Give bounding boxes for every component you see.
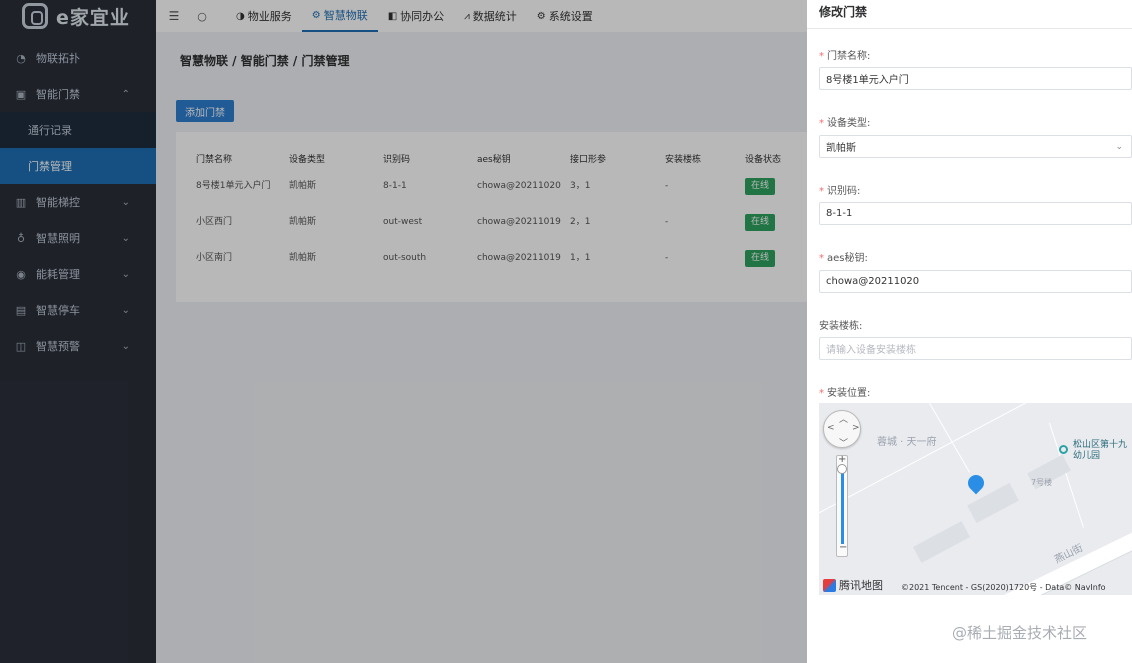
aes-label-text: aes秘钥:: [827, 253, 868, 264]
type-label-text: 设备类型:: [827, 118, 871, 129]
aes-input-value: chowa@20211020: [826, 276, 920, 287]
type-select[interactable]: 凯帕斯 ⌄: [819, 135, 1132, 158]
code-label-text: 识别码:: [827, 186, 861, 197]
name-label-text: 门禁名称:: [827, 51, 871, 62]
site-watermark: @稀土掘金技术社区: [952, 624, 1088, 642]
zoom-handle[interactable]: [837, 464, 847, 474]
zoom-out-icon[interactable]: −: [839, 542, 847, 553]
building-input-placeholder: 请输入设备安装楼栋: [826, 345, 916, 356]
location-map[interactable]: 蓉城 · 天一府 松山区第十九幼儿园 7号楼 燕山街 ︿ < > ﹀ + − 腾…: [819, 403, 1132, 595]
pan-left-icon[interactable]: <: [827, 423, 835, 433]
required-mark: *: [819, 51, 824, 62]
required-mark: *: [819, 186, 824, 197]
poi-icon: [1059, 445, 1068, 454]
required-mark: *: [819, 253, 824, 264]
pan-up-icon[interactable]: ︿: [839, 412, 848, 425]
pan-down-icon[interactable]: ﹀: [839, 436, 848, 449]
map-logo-text: 腾讯地图: [839, 579, 883, 592]
edit-access-drawer: 修改门禁 * 门禁名称: 8号楼1单元入户门 * 设备类型: 凯帕斯 ⌄ * 识别码: …: [807, 0, 1132, 663]
code-input[interactable]: 8-1-1: [819, 202, 1132, 225]
map-label-poi: 松山区第十九幼儿园: [1073, 440, 1128, 461]
map-zoom-control[interactable]: + −: [836, 454, 848, 557]
map-logo: 腾讯地图: [823, 577, 883, 593]
building-label-text: 安装楼栋:: [819, 321, 863, 332]
location-label: * 安装位置:: [819, 384, 870, 399]
map-building: [912, 521, 971, 563]
required-mark: *: [819, 388, 824, 399]
aes-label: * aes秘钥:: [819, 249, 868, 264]
type-label: * 设备类型:: [819, 114, 870, 129]
map-label-community: 蓉城 · 天一府: [877, 437, 937, 448]
name-label: * 门禁名称:: [819, 47, 870, 62]
map-pan-control[interactable]: ︿ < > ﹀: [823, 410, 861, 449]
location-label-text: 安装位置:: [827, 388, 871, 399]
divider: [807, 28, 1132, 29]
map-copyright: ©2021 Tencent - GS(2020)1720号 - Data© Na…: [901, 583, 1106, 592]
code-input-value: 8-1-1: [826, 208, 853, 219]
map-label-building: 7号楼: [1031, 478, 1053, 487]
aes-input[interactable]: chowa@20211020: [819, 270, 1132, 293]
drawer-title: 修改门禁: [819, 5, 868, 19]
chevron-down-icon: ⌄: [1115, 141, 1123, 152]
tencent-map-icon: [823, 578, 836, 592]
drawer-mask[interactable]: [0, 0, 807, 663]
pan-right-icon[interactable]: >: [852, 423, 860, 433]
zoom-track[interactable]: [841, 470, 844, 544]
required-mark: *: [819, 118, 824, 129]
building-label: 安装楼栋:: [819, 317, 862, 332]
name-input-value: 8号楼1单元入户门: [826, 75, 909, 86]
type-select-value: 凯帕斯: [826, 143, 856, 154]
location-pin-icon[interactable]: [964, 471, 988, 495]
name-input[interactable]: 8号楼1单元入户门: [819, 67, 1132, 90]
building-input[interactable]: 请输入设备安装楼栋: [819, 337, 1132, 360]
code-label: * 识别码:: [819, 182, 860, 197]
